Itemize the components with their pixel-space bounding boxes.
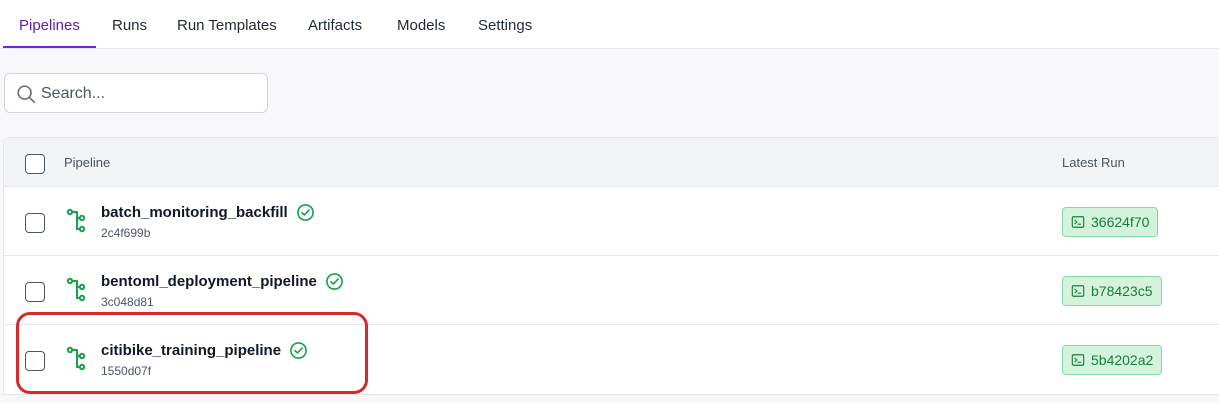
pipeline-id: 1550d07f — [101, 364, 152, 378]
latest-run-id: 5b4202a2 — [1091, 352, 1154, 368]
terminal-icon — [1071, 285, 1085, 297]
pipeline-id: 3c048d81 — [101, 295, 154, 309]
pipeline-name-link[interactable]: bentoml_deployment_pipeline — [101, 273, 317, 290]
pipeline-tree-icon — [66, 277, 86, 302]
select-all-checkbox[interactable] — [25, 154, 45, 174]
row-checkbox[interactable] — [25, 282, 45, 302]
table-row: bentoml_deployment_pipeline 3c048d81 b78… — [4, 256, 1219, 325]
check-circle-icon — [325, 272, 343, 290]
pipeline-name-group: citibike_training_pipeline — [101, 339, 308, 361]
pipeline-tree-icon — [66, 208, 86, 233]
table-row: citibike_training_pipeline 1550d07f 5b42… — [4, 325, 1219, 394]
active-tab-indicator — [3, 46, 96, 48]
tab-pipelines[interactable]: Pipelines — [19, 0, 80, 49]
tab-models[interactable]: Models — [397, 0, 445, 49]
search-box — [4, 73, 268, 113]
pipeline-name-link[interactable]: batch_monitoring_backfill — [101, 204, 288, 221]
latest-run-badge[interactable]: b78423c5 — [1062, 276, 1162, 306]
tab-run-templates[interactable]: Run Templates — [177, 0, 277, 49]
latest-run-badge[interactable]: 36624f70 — [1062, 207, 1159, 237]
terminal-icon — [1071, 216, 1085, 228]
column-header-latest-run: Latest Run — [1062, 155, 1125, 170]
pipeline-name-group: bentoml_deployment_pipeline — [101, 270, 344, 292]
tab-settings[interactable]: Settings — [478, 0, 532, 49]
pipeline-id: 2c4f699b — [101, 226, 151, 240]
search-icon — [17, 85, 36, 104]
pipelines-table: Pipeline Latest Run batch_monitoring_bac… — [3, 137, 1219, 395]
table-row: batch_monitoring_backfill 2c4f699b 36624… — [4, 187, 1219, 256]
column-header-pipeline: Pipeline — [64, 155, 111, 170]
latest-run-id: 36624f70 — [1091, 214, 1150, 230]
table-header: Pipeline Latest Run — [4, 138, 1219, 187]
pipeline-name-link[interactable]: citibike_training_pipeline — [101, 342, 281, 359]
row-checkbox[interactable] — [25, 351, 45, 371]
latest-run-badge[interactable]: 5b4202a2 — [1062, 345, 1163, 375]
pipeline-name-group: batch_monitoring_backfill — [101, 201, 315, 223]
check-circle-icon — [290, 341, 307, 359]
row-checkbox[interactable] — [25, 213, 45, 233]
latest-run-id: b78423c5 — [1091, 283, 1153, 299]
search-input[interactable] — [41, 81, 261, 107]
tab-bar: Pipelines Runs Run Templates Artifacts M… — [0, 0, 1219, 49]
tab-runs[interactable]: Runs — [112, 0, 147, 49]
tab-artifacts[interactable]: Artifacts — [308, 0, 362, 49]
pipeline-tree-icon — [66, 346, 86, 371]
terminal-icon — [1071, 354, 1085, 366]
check-circle-icon — [296, 203, 314, 221]
